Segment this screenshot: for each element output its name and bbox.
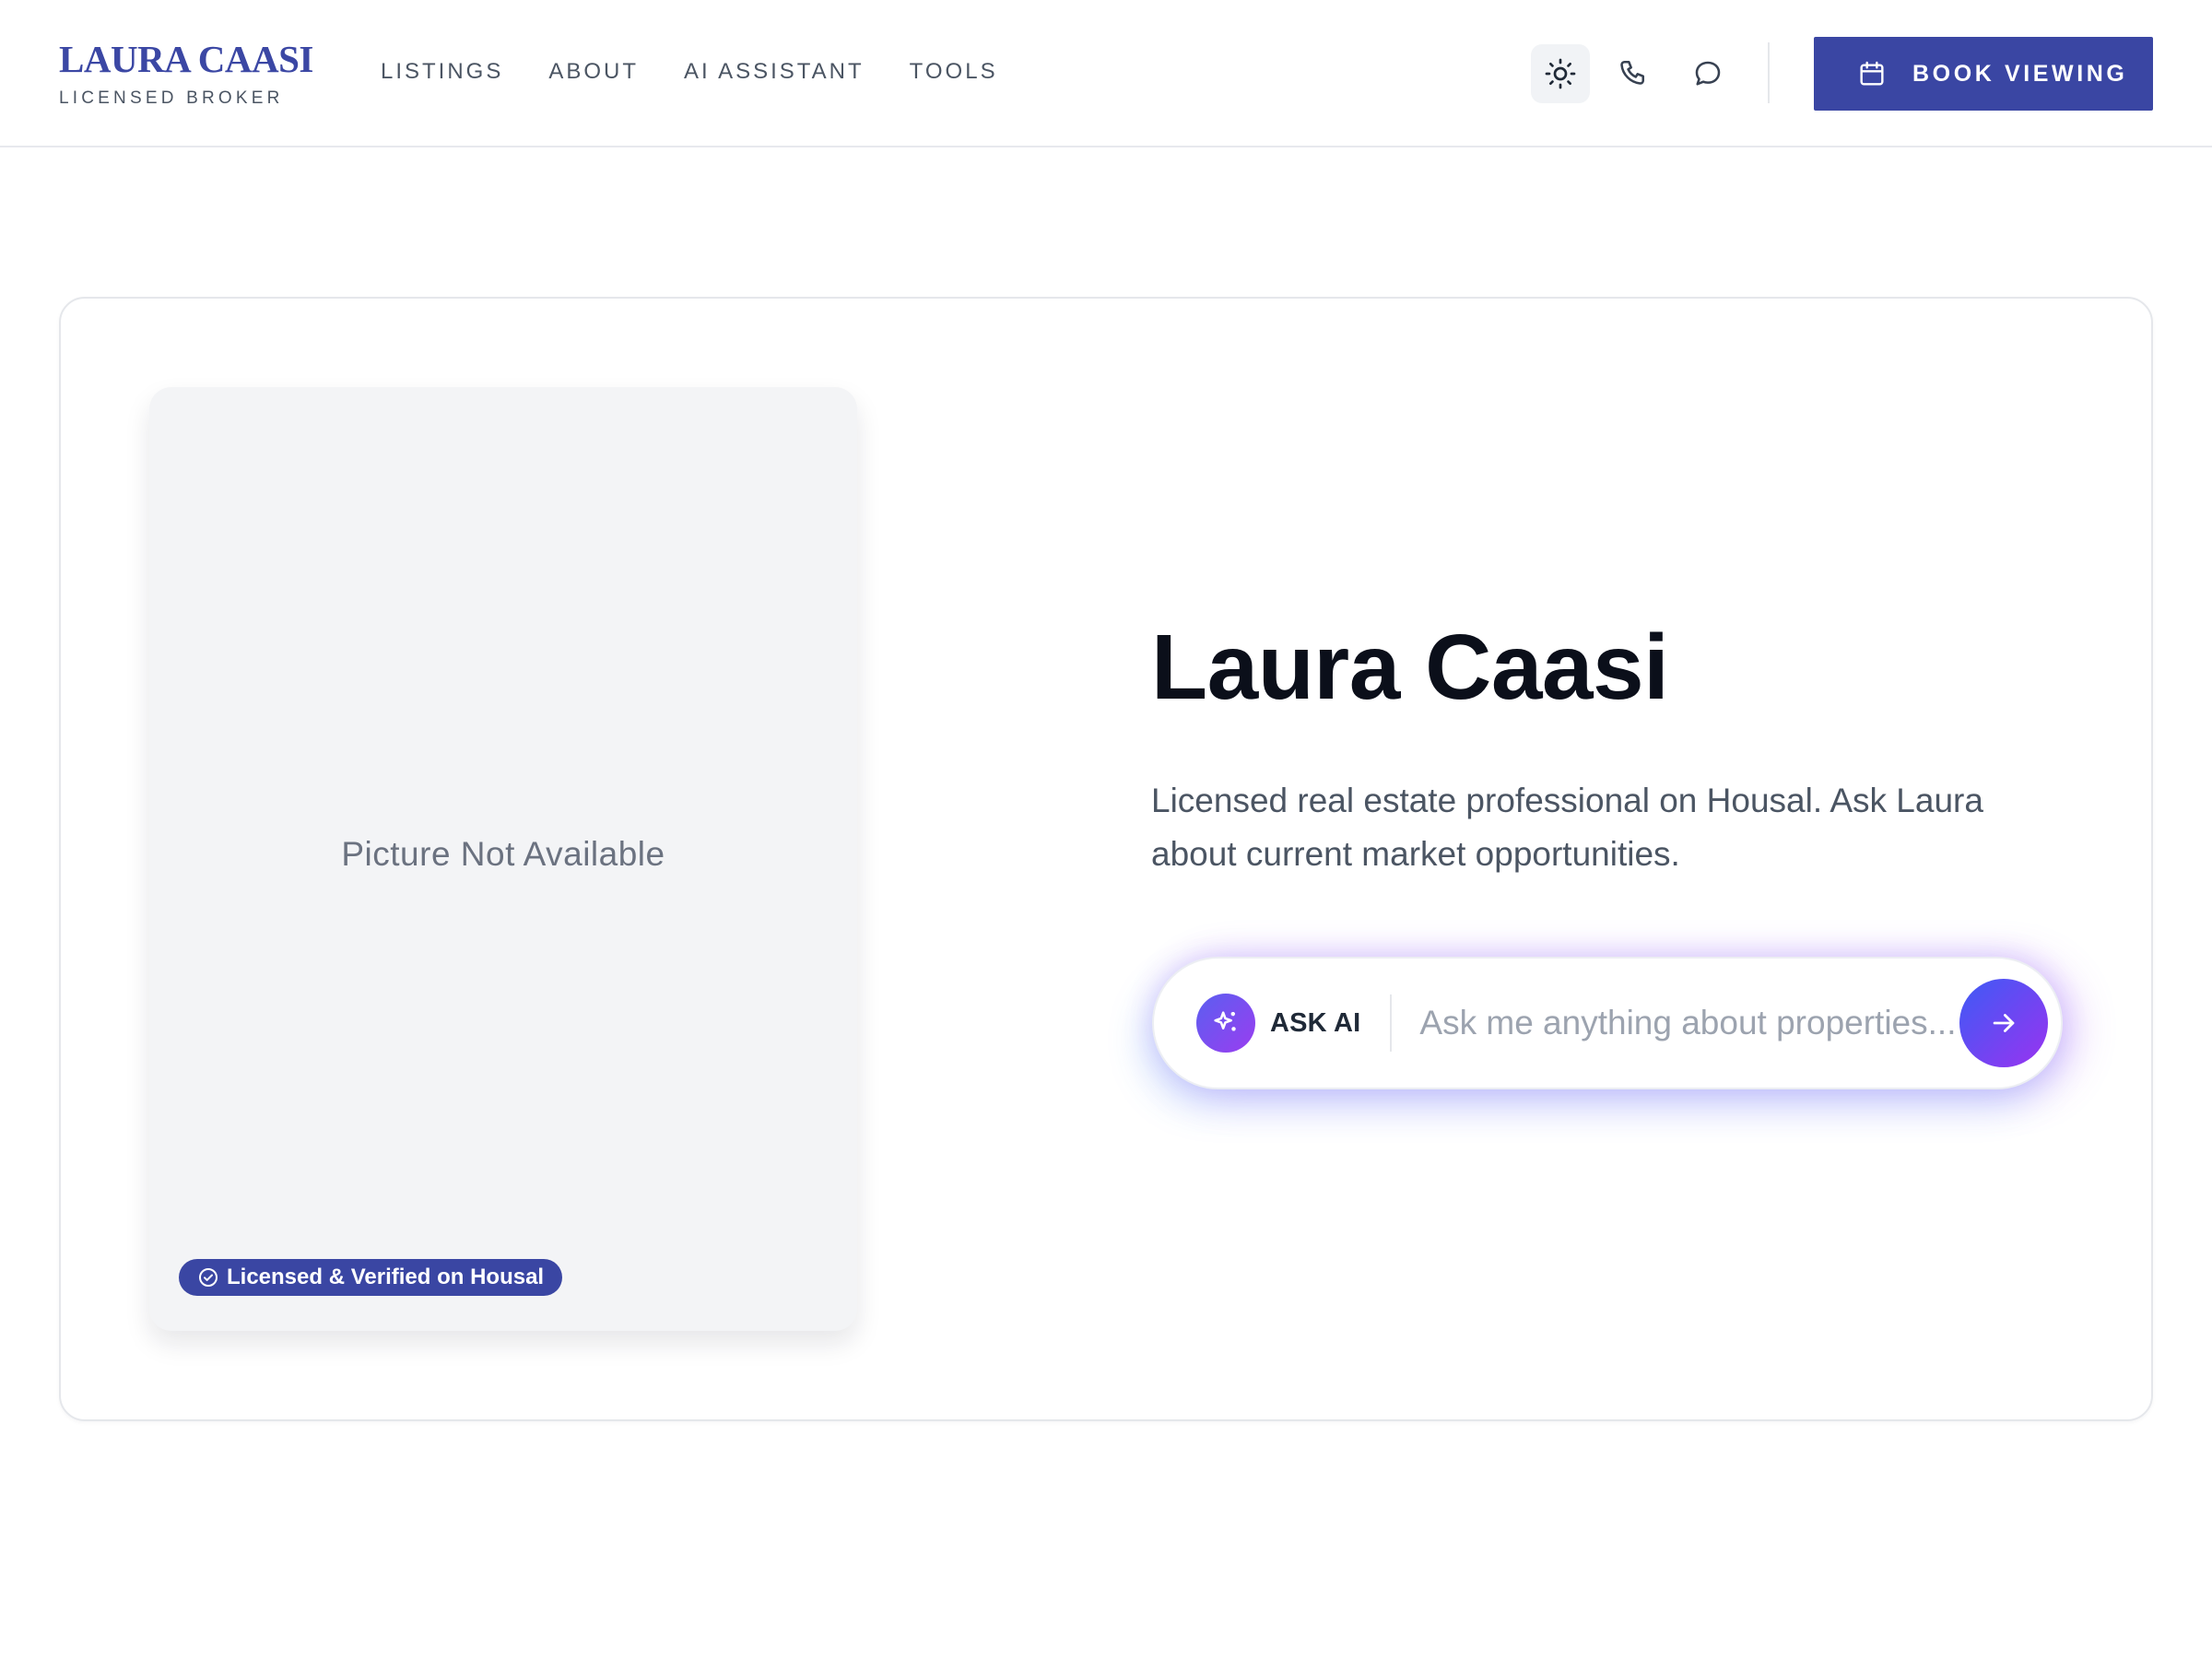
nav-item-ai-assistant[interactable]: AI ASSISTANT [684,57,865,87]
ai-sparkle-badge [1196,994,1255,1053]
agent-profile-card: Picture Not Available Licensed & Verifie… [59,297,2153,1421]
sun-icon [1545,58,1576,89]
agent-name: Laura Caasi [1151,616,1669,719]
ask-ai-separator [1390,994,1393,1052]
site-header: LAURA CAASI LICENSED BROKER LISTINGS ABO… [0,0,2212,147]
theme-toggle-button[interactable] [1531,44,1590,103]
phone-icon [1620,60,1645,85]
verified-badge: Licensed & Verified on Housal [179,1259,563,1296]
brand-logo[interactable]: LAURA CAASI LICENSED BROKER [59,39,313,109]
book-viewing-button[interactable]: BOOK VIEWING [1814,37,2153,111]
sparkle-icon [1214,1011,1236,1031]
photo-placeholder-text: Picture Not Available [341,835,665,873]
nav-item-listings[interactable]: LISTINGS [381,57,503,87]
nav-item-tools[interactable]: TOOLS [910,57,998,87]
brand-subtitle: LICENSED BROKER [59,88,284,108]
chat-icon [1695,61,1721,86]
verified-badge-label: Licensed & Verified on Housal [227,1265,545,1289]
agent-description: Licensed real estate professional on Hou… [1151,782,1983,873]
main-nav: LISTINGS ABOUT AI ASSISTANT TOOLS [381,57,1043,87]
message-button[interactable] [1678,44,1737,103]
calendar-icon [1860,61,1884,86]
check-circle-icon [199,1268,218,1287]
brand-name: LAURA CAASI [59,38,313,80]
call-button[interactable] [1605,44,1664,103]
arrow-right-icon [1993,1014,2015,1032]
agent-photo: Picture Not Available Licensed & Verifie… [149,387,857,1331]
ask-ai-send-button[interactable] [1959,979,2048,1067]
ask-ai-input[interactable] [1419,1004,1955,1042]
nav-item-about[interactable]: ABOUT [548,57,639,87]
ask-ai-label: ASK AI [1270,1007,1361,1038]
book-viewing-label: BOOK VIEWING [1912,60,2128,87]
ask-ai-bar: ASK AI [1152,957,2063,1089]
header-divider [1768,42,1770,103]
